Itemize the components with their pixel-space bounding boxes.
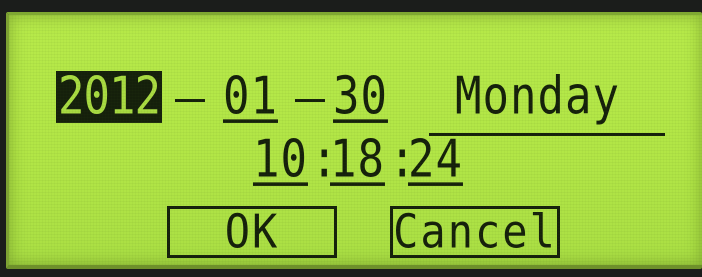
second-field[interactable]: 24 [408, 133, 463, 186]
weekday-underline [429, 133, 665, 136]
minute-field[interactable]: 18 [330, 133, 385, 186]
lcd-screen: 2012 01 30 Monday 10 : 18 : 24 OK Cancel [6, 12, 702, 269]
day-field[interactable]: 30 [333, 70, 388, 123]
date-separator [295, 99, 325, 102]
year-field[interactable]: 2012 [56, 70, 162, 123]
weekday-label: Monday [455, 66, 620, 127]
cancel-button[interactable]: Cancel [390, 206, 560, 258]
hour-field[interactable]: 10 [253, 133, 308, 186]
ok-button[interactable]: OK [167, 206, 337, 258]
ok-button-label: OK [224, 204, 280, 259]
date-separator [175, 99, 205, 102]
cancel-button-label: Cancel [393, 204, 557, 259]
month-field[interactable]: 01 [223, 70, 278, 123]
